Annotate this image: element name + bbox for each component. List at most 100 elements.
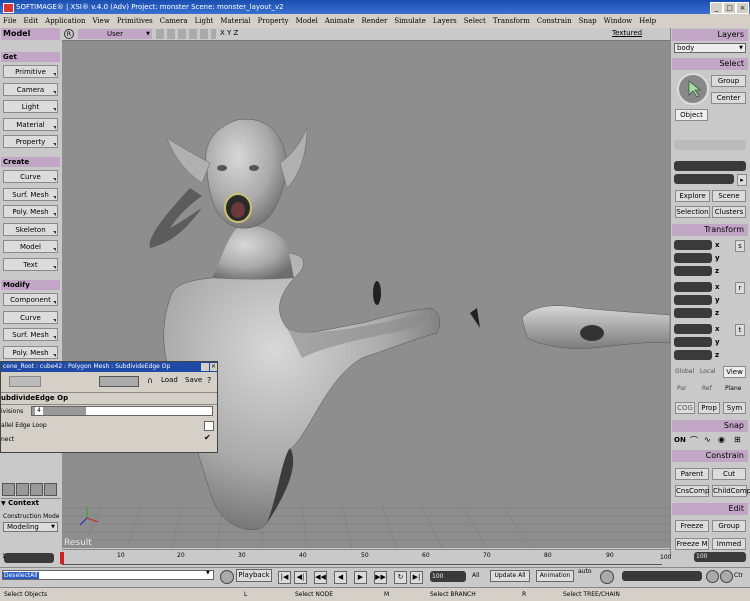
create-surf-mesh-button[interactable]: Surf. Mesh: [3, 188, 58, 201]
view-mode-icons[interactable]: [99, 376, 139, 387]
tool-grab-icon[interactable]: [2, 483, 15, 496]
translate-x-field[interactable]: [674, 324, 712, 334]
layers-header[interactable]: Layers: [672, 29, 748, 41]
context-header[interactable]: ▼ Context: [1, 498, 61, 509]
menu-camera[interactable]: Camera: [157, 14, 192, 28]
cog-button[interactable]: COG: [675, 402, 695, 414]
modify-surf-mesh-button[interactable]: Surf. Mesh: [3, 328, 58, 341]
create-curve-button[interactable]: Curve: [3, 170, 58, 183]
command-line-field[interactable]: DeselectAll: [2, 570, 214, 580]
snap-grid2-icon[interactable]: ⊞: [734, 435, 741, 444]
freeze-button[interactable]: Freeze: [675, 520, 709, 532]
close-button[interactable]: ×: [736, 2, 749, 14]
fast-forward-icon[interactable]: ▶▶: [374, 571, 387, 584]
key-prev-icon[interactable]: [706, 570, 719, 583]
divisions-slider[interactable]: 4: [31, 406, 213, 416]
get-light-button[interactable]: Light: [3, 100, 58, 113]
menu-transform[interactable]: Transform: [490, 14, 534, 28]
get-material-button[interactable]: Material: [3, 118, 58, 131]
frame-field[interactable]: 100: [430, 571, 466, 582]
scale-y-field[interactable]: [674, 253, 712, 263]
rotate-button[interactable]: r: [735, 282, 745, 294]
get-primitive-button[interactable]: Primitive: [3, 65, 58, 78]
viewport[interactable]: Result: [62, 28, 670, 548]
get-camera-button[interactable]: Camera: [3, 83, 58, 96]
save-button[interactable]: Save: [185, 376, 202, 384]
snap-on-toggle[interactable]: ON: [674, 436, 686, 444]
snap-curve-icon[interactable]: ∿: [704, 435, 711, 444]
explore-button[interactable]: Explore: [675, 190, 710, 202]
menu-render[interactable]: Render: [358, 14, 391, 28]
chevron-down-icon[interactable]: ▼: [206, 570, 210, 576]
tool-paint-icon[interactable]: [30, 483, 43, 496]
all-toggle[interactable]: All: [472, 572, 479, 579]
lock-icon[interactable]: ∩: [147, 376, 155, 385]
animation-button[interactable]: Animation: [536, 570, 574, 582]
menu-view[interactable]: View: [90, 14, 114, 28]
scale-button[interactable]: s: [735, 240, 745, 252]
translate-button[interactable]: t: [735, 324, 745, 336]
menu-snap[interactable]: Snap: [576, 14, 601, 28]
toolbar-title[interactable]: Model: [1, 28, 60, 40]
create-skeleton-button[interactable]: Skeleton: [3, 223, 58, 236]
plane-toggle[interactable]: Plane: [725, 385, 741, 392]
menu-light[interactable]: Light: [192, 14, 218, 28]
menu-layers[interactable]: Layers: [430, 14, 461, 28]
view-toggle[interactable]: View: [723, 366, 746, 378]
selection-button[interactable]: Selection: [675, 206, 710, 218]
rotate-z-field[interactable]: [674, 308, 712, 318]
clusters-button[interactable]: Clusters: [712, 206, 746, 218]
global-toggle[interactable]: Global: [675, 368, 694, 375]
menu-help[interactable]: Help: [636, 14, 660, 28]
freeze-m-button[interactable]: Freeze M: [675, 538, 709, 550]
property-editor-titlebar[interactable]: cene_Root : cube42 : Polygon Mesh : Subd…: [1, 362, 217, 372]
viewport-toolbar-icons[interactable]: [156, 29, 216, 39]
snap-target-icon[interactable]: ◉: [718, 435, 725, 444]
group-select-button[interactable]: Group: [711, 75, 746, 87]
auto-key-toggle[interactable]: auto: [578, 568, 592, 575]
parallel-edge-loop-checkbox[interactable]: [204, 421, 214, 431]
timeline-end-field[interactable]: 100: [694, 552, 746, 562]
tool-knife-icon[interactable]: [44, 483, 57, 496]
loop-icon[interactable]: ↻: [394, 571, 407, 584]
tool-scissors-icon[interactable]: [16, 483, 29, 496]
playhead[interactable]: [60, 552, 64, 564]
layer-selector[interactable]: body ▼: [674, 43, 746, 53]
connect-checkbox[interactable]: ✔: [204, 434, 212, 442]
viewport-maximize-icon[interactable]: R: [64, 29, 74, 39]
prev-frame-icon[interactable]: ◀|: [294, 571, 307, 584]
key-field[interactable]: [622, 571, 702, 581]
minimize-button[interactable]: _: [710, 2, 723, 14]
translate-y-field[interactable]: [674, 337, 712, 347]
get-property-button[interactable]: Property: [3, 135, 58, 148]
ref-toggle[interactable]: Ref: [702, 385, 712, 392]
load-button[interactable]: Load: [161, 376, 178, 384]
sym-button[interactable]: Sym: [723, 402, 746, 414]
local-toggle[interactable]: Local: [700, 368, 716, 375]
update-all-button[interactable]: Update All: [490, 570, 530, 582]
select-header[interactable]: Select: [672, 58, 748, 70]
select-arrow-icon[interactable]: [677, 73, 709, 105]
close-icon[interactable]: ×: [210, 363, 217, 371]
first-frame-icon[interactable]: |◀: [278, 571, 291, 584]
menu-window[interactable]: Window: [601, 14, 637, 28]
play-forward-icon[interactable]: ▶: [354, 571, 367, 584]
menu-application[interactable]: Application: [42, 14, 89, 28]
menu-primitives[interactable]: Primitives: [114, 14, 157, 28]
menu-select[interactable]: Select: [461, 14, 490, 28]
menu-simulate[interactable]: Simulate: [391, 14, 430, 28]
menu-model[interactable]: Model: [293, 14, 322, 28]
timeline-start-field[interactable]: [4, 553, 54, 563]
cnscomp-button[interactable]: CnsComp: [675, 485, 709, 497]
nav-arrows-icon[interactable]: [9, 376, 41, 387]
playback-button[interactable]: Playback: [236, 569, 272, 582]
immed-button[interactable]: Immed: [712, 538, 746, 550]
selection-field-2[interactable]: [674, 174, 734, 184]
selection-arrow-icon[interactable]: ▸: [737, 174, 747, 186]
last-frame-icon[interactable]: ▶|: [410, 571, 423, 584]
rotate-x-field[interactable]: [674, 282, 712, 292]
object-select-button[interactable]: Object: [675, 109, 708, 121]
op-tab[interactable]: ubdivideEdge Op: [1, 392, 217, 405]
camera-selector[interactable]: User ▼: [78, 29, 152, 39]
menu-animate[interactable]: Animate: [322, 14, 359, 28]
